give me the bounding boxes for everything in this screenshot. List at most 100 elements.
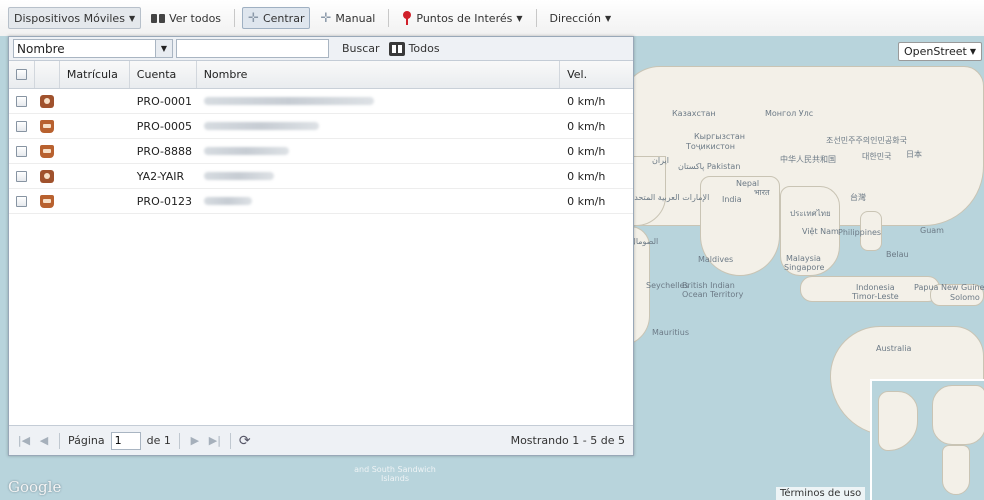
search-button[interactable]: Buscar — [332, 42, 386, 55]
map-label: 日本 — [906, 150, 922, 159]
table-row[interactable]: PRO-0005 0 km/h — [9, 114, 633, 139]
table-row[interactable]: PRO-8888 0 km/h — [9, 139, 633, 164]
center-button[interactable]: ✛ Centrar — [242, 7, 311, 29]
map-label: Belau — [886, 250, 909, 259]
map-label: ایران — [652, 156, 669, 165]
row-select-cell[interactable] — [9, 164, 35, 188]
search-field-select[interactable]: Nombre ▼ — [13, 39, 173, 58]
map-label: Монгол Улс — [765, 109, 814, 118]
select-all-cell[interactable] — [9, 61, 35, 88]
table-row[interactable]: PRO-0001 0 km/h — [9, 89, 633, 114]
map-label: Mauritius — [652, 328, 689, 337]
map-label: Singapore — [784, 263, 825, 272]
manual-label: Manual — [335, 11, 376, 25]
page-total-label: de 1 — [146, 434, 171, 447]
map-label: Australia — [876, 344, 912, 353]
address-menu-button[interactable]: Dirección ▼ — [544, 7, 618, 29]
cell-speed: 0 km/h — [567, 144, 606, 158]
pagination-bar: |◀ ◀ Página de 1 ▶ ▶| ⟳ Mostrando 1 - 5 … — [9, 425, 633, 455]
view-all-button[interactable]: Ver todos — [145, 7, 227, 29]
toolbar-separator — [388, 9, 390, 27]
cell-name-redacted — [197, 114, 560, 138]
map-label: British Indian Ocean Territory — [682, 281, 744, 299]
row-icon-cell — [35, 139, 60, 163]
chevron-down-icon[interactable]: ▼ — [155, 40, 172, 57]
row-icon-cell — [35, 114, 60, 138]
toolbar-separator — [234, 9, 236, 27]
cell-account: PRO-8888 — [136, 144, 193, 158]
row-checkbox[interactable] — [15, 195, 27, 207]
land-overview — [942, 445, 970, 495]
binoculars-icon — [151, 12, 166, 24]
caret-down-icon: ▼ — [516, 13, 523, 23]
redacted-text — [203, 147, 289, 155]
cell-plate — [60, 89, 130, 113]
map-label: پاکستان Pakistan — [678, 162, 741, 171]
row-select-cell[interactable] — [9, 189, 35, 213]
first-page-icon[interactable]: |◀ — [17, 434, 31, 447]
manual-button[interactable]: ✛ Manual — [314, 7, 381, 29]
map-label: and South Sandwich Islands — [354, 465, 436, 483]
center-label: Centrar — [262, 11, 305, 25]
cell-account: YA2-YAIR — [136, 169, 185, 183]
poi-menu-label: Puntos de Interés — [416, 11, 513, 25]
redacted-text — [203, 97, 374, 105]
map-label: 조선민주주의인민공화국 — [826, 136, 907, 145]
map-label: الإمارات العربية المتحدة — [630, 193, 710, 202]
map-label: Indonesia — [856, 283, 895, 292]
map-label: الصومال — [630, 237, 659, 246]
pager-status: Mostrando 1 - 5 de 5 — [510, 434, 625, 447]
crosshair-icon: ✛ — [248, 10, 259, 26]
vehicle-icon — [39, 119, 54, 133]
last-page-icon[interactable]: ▶| — [208, 434, 222, 447]
next-page-icon[interactable]: ▶ — [188, 434, 202, 447]
page-number-input[interactable] — [110, 431, 141, 450]
map-label: Malaysia — [786, 254, 821, 263]
devices-panel: Nombre ▼ Buscar Todos Matrícula Cuenta N… — [8, 36, 634, 456]
devices-menu-button[interactable]: Dispositivos Móviles ▼ — [8, 7, 142, 29]
row-select-cell[interactable] — [9, 139, 35, 163]
header-account[interactable]: Cuenta — [130, 61, 197, 88]
map-label: Guam — [920, 226, 944, 235]
row-checkbox[interactable] — [15, 170, 27, 182]
show-all-button[interactable]: Todos — [388, 41, 440, 56]
row-checkbox[interactable] — [15, 145, 27, 157]
pager-separator — [229, 432, 231, 449]
address-menu-label: Dirección — [549, 11, 601, 25]
map-label: India — [722, 195, 742, 204]
search-input[interactable] — [176, 39, 329, 58]
cell-name-redacted — [197, 89, 560, 113]
header-name[interactable]: Nombre — [197, 61, 561, 88]
terms-link[interactable]: Términos de uso — [776, 487, 866, 500]
map-overview[interactable] — [870, 379, 984, 500]
map-label: Казахстан — [672, 109, 716, 118]
cell-speed: 0 km/h — [567, 119, 606, 133]
vehicle-alt-icon — [39, 94, 54, 108]
row-checkbox[interactable] — [15, 120, 27, 132]
table-row[interactable]: YA2-YAIR 0 km/h — [9, 164, 633, 189]
cell-name-redacted — [197, 189, 560, 213]
map-label: Papua New Guinea — [914, 283, 984, 292]
header-plate[interactable]: Matrícula — [60, 61, 130, 88]
row-select-cell[interactable] — [9, 89, 35, 113]
map-label: Việt Nam — [802, 227, 839, 236]
header-speed[interactable]: Vel. — [560, 61, 633, 88]
refresh-icon[interactable]: ⟳ — [239, 433, 251, 449]
map-pin-icon — [402, 11, 412, 25]
row-checkbox[interactable] — [15, 95, 27, 107]
page-label: Página — [68, 434, 105, 447]
map-type-select[interactable]: OpenStreet ▼ — [898, 42, 982, 61]
map-label: 대한민국 — [862, 152, 892, 161]
table-row[interactable]: PRO-0123 0 km/h — [9, 189, 633, 214]
map-label: ประเทศไทย — [790, 209, 831, 218]
view-all-label: Ver todos — [169, 11, 222, 25]
redacted-text — [203, 197, 252, 205]
land-overview — [878, 391, 918, 451]
vehicle-alt-icon — [39, 169, 54, 183]
row-select-cell[interactable] — [9, 114, 35, 138]
prev-page-icon[interactable]: ◀ — [37, 434, 51, 447]
caret-down-icon: ▼ — [604, 13, 612, 23]
caret-down-icon: ▼ — [969, 47, 976, 56]
select-all-checkbox[interactable] — [15, 69, 27, 80]
poi-menu-button[interactable]: Puntos de Interés ▼ — [396, 7, 528, 29]
